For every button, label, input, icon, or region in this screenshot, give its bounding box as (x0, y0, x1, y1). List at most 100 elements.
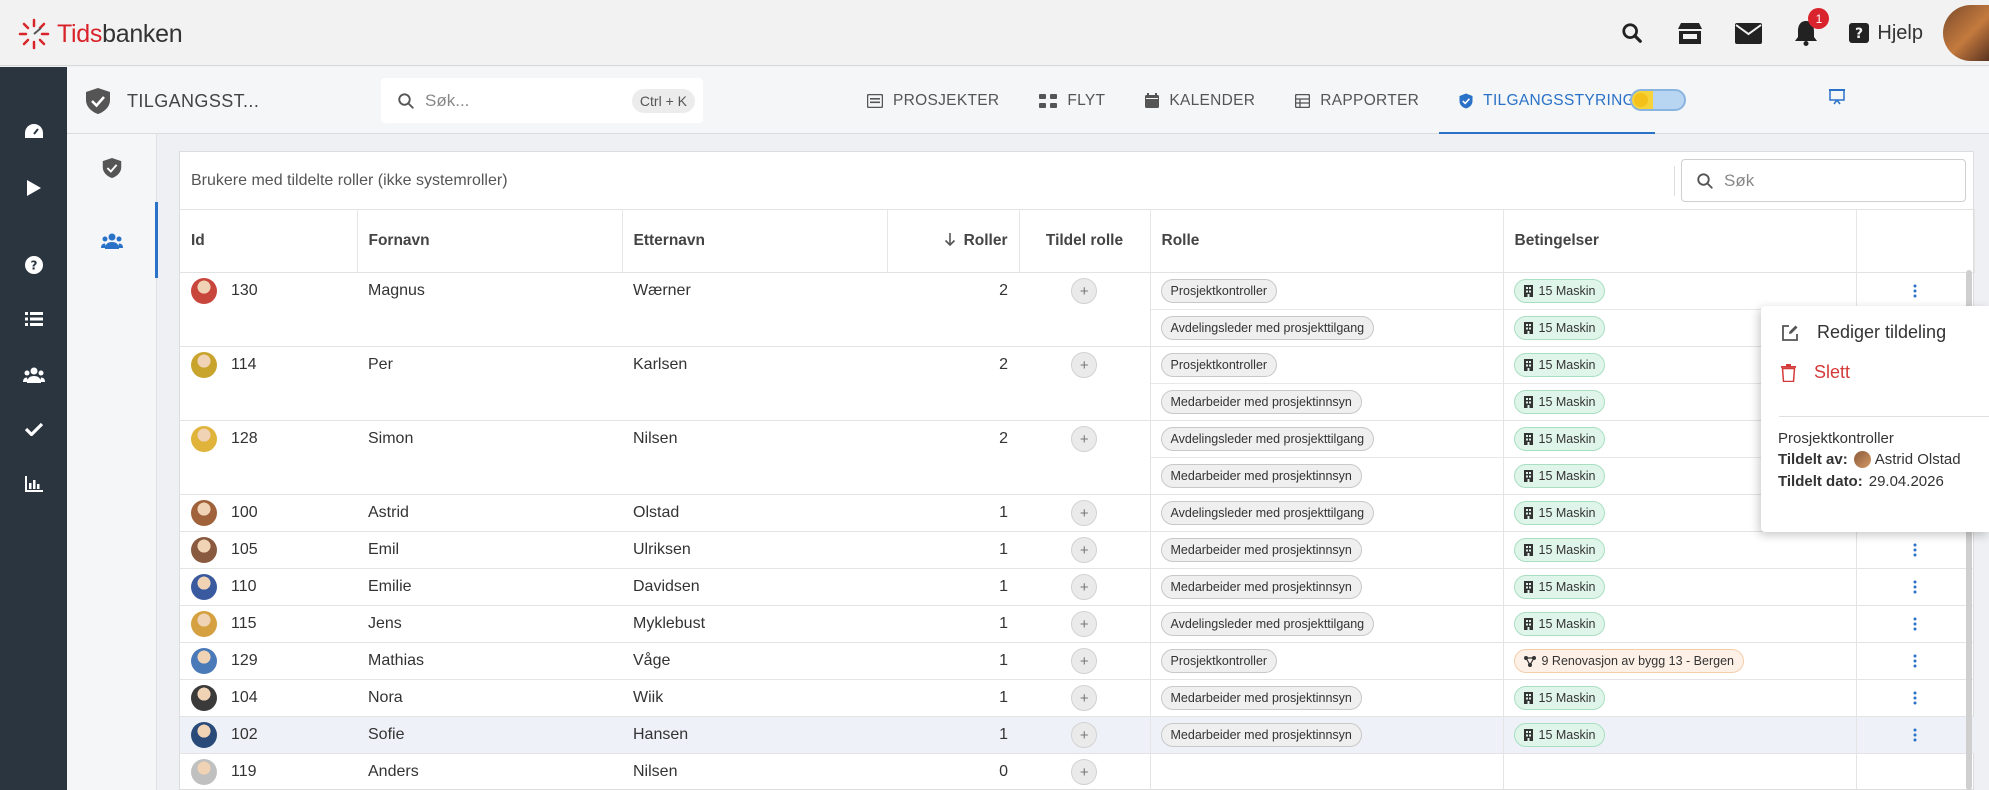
global-search-input[interactable] (425, 90, 615, 111)
cell-role-count: 1 (887, 568, 1019, 606)
column-header-conditions: Betingelser (1503, 209, 1857, 273)
bell-icon[interactable]: 1 (1791, 8, 1830, 48)
building-icon (1523, 544, 1533, 556)
role-chip[interactable]: Avdelingsleder med prosjekttilgang (1160, 427, 1375, 451)
condition-chip[interactable]: 9 Renovasjon av bygg 13 - Bergen (1513, 649, 1744, 673)
assign-role-button[interactable]: + (1071, 500, 1098, 526)
play-icon[interactable] (0, 168, 67, 208)
shortcut-hint: Ctrl + K (631, 89, 695, 113)
check-icon[interactable] (0, 409, 67, 449)
role-chip[interactable]: Avdelingsleder med prosjekttilgang (1160, 316, 1375, 340)
table-row[interactable]: 115 Jens Myklebust 1 + Avdelingsleder med pro… (180, 605, 1974, 643)
role-chip[interactable]: Medarbeider med prosjektinnsyn (1160, 723, 1362, 747)
condition-chip[interactable]: 15 Maskin (1513, 538, 1606, 562)
tab-tilgangsstyring[interactable]: TILGANGSSTYRING (1439, 67, 1655, 134)
chart-icon[interactable] (0, 464, 67, 504)
assign-role-button[interactable]: + (1071, 278, 1098, 304)
table-row[interactable]: 104 Nora Wiik 1 + Medarbeider med prosjektinn… (180, 679, 1974, 717)
theme-toggle[interactable] (1630, 89, 1686, 111)
logo[interactable]: Tidsbanken (17, 17, 183, 51)
table-row[interactable]: 102 Sofie Hansen 1 + Medarbeider med prosjekt… (180, 716, 1974, 754)
column-header-assign: Tildel rolle (1019, 209, 1151, 273)
condition-chip[interactable]: 15 Maskin (1513, 390, 1606, 414)
condition-chip[interactable]: 15 Maskin (1513, 575, 1606, 599)
help-button[interactable]: ? Hjelp (1849, 22, 1923, 45)
column-header-firstname[interactable]: Fornavn (357, 209, 623, 273)
table-row[interactable]: 114 Per Karlsen 2 + Prosjektkontroller 15 Mask… (180, 346, 1974, 421)
divider (1674, 166, 1675, 196)
role-chip[interactable]: Avdelingsleder med prosjekttilgang (1160, 501, 1375, 525)
dashboard-icon[interactable] (0, 111, 67, 151)
table-search[interactable] (1681, 159, 1966, 202)
condition-chip[interactable]: 15 Maskin (1513, 686, 1606, 710)
row-menu-button[interactable] (1868, 654, 1964, 668)
assign-role-button[interactable]: + (1071, 537, 1098, 563)
assign-role-button[interactable]: + (1071, 611, 1098, 637)
help-circle-icon[interactable]: ? (0, 245, 67, 285)
role-chip[interactable]: Medarbeider med prosjektinnsyn (1160, 575, 1362, 599)
condition-chip[interactable]: 15 Maskin (1513, 353, 1606, 377)
search-icon[interactable] (1617, 18, 1647, 48)
assign-role-button[interactable]: + (1071, 648, 1098, 674)
building-icon (1523, 729, 1533, 741)
column-header-lastname[interactable]: Etternavn (622, 209, 888, 273)
mail-icon[interactable] (1733, 18, 1763, 48)
users-icon[interactable] (0, 355, 67, 395)
sidebar-item-users[interactable] (67, 202, 158, 278)
row-menu-button[interactable] (1868, 284, 1964, 298)
assign-role-button[interactable]: + (1071, 574, 1098, 600)
table-search-input[interactable] (1724, 170, 1944, 191)
edit-assignment-button[interactable]: Rediger tildeling (1781, 322, 1946, 343)
condition-chip[interactable]: 15 Maskin (1513, 427, 1606, 451)
cell-firstname: Anders (357, 753, 622, 790)
condition-chip[interactable]: 15 Maskin (1513, 279, 1606, 303)
row-menu-button[interactable] (1868, 691, 1964, 705)
tab-rapporter[interactable]: RAPPORTER (1275, 67, 1439, 134)
condition-chip[interactable]: 15 Maskin (1513, 723, 1606, 747)
list-icon[interactable] (0, 299, 67, 339)
kebab-menu-icon (1913, 691, 1917, 705)
cell-firstname: Emil (357, 531, 622, 569)
row-menu-button[interactable] (1868, 617, 1964, 631)
row-menu-button[interactable] (1868, 728, 1964, 742)
table-row[interactable]: 130 Magnus Wærner 2 + Prosjektkontroller 15 Ma… (180, 272, 1974, 347)
role-chip[interactable]: Medarbeider med prosjektinnsyn (1160, 686, 1362, 710)
search-icon (398, 92, 414, 109)
role-chip[interactable]: Prosjektkontroller (1160, 279, 1278, 303)
table-row[interactable]: 129 Mathias Våge 1 + Prosjektkontroller 9 Reno… (180, 642, 1974, 680)
condition-chip[interactable]: 15 Maskin (1513, 464, 1606, 488)
assign-role-button[interactable]: + (1071, 685, 1098, 711)
tab-kalender[interactable]: KALENDER (1125, 67, 1275, 134)
role-chip[interactable]: Avdelingsleder med prosjekttilgang (1160, 612, 1375, 636)
tab-prosjekter[interactable]: PROSJEKTER (847, 67, 1019, 134)
delete-button[interactable]: Slett (1781, 362, 1850, 383)
column-header-roles[interactable]: Roller (887, 209, 1020, 273)
store-icon[interactable] (1675, 18, 1705, 48)
tab-flyt[interactable]: FLYT (1019, 67, 1125, 134)
column-header-id[interactable]: Id (180, 209, 358, 273)
assign-role-button[interactable]: + (1071, 352, 1098, 378)
role-chip[interactable]: Medarbeider med prosjektinnsyn (1160, 390, 1362, 414)
role-chip[interactable]: Prosjektkontroller (1160, 353, 1278, 377)
row-menu-button[interactable] (1868, 580, 1964, 594)
role-chip[interactable]: Medarbeider med prosjektinnsyn (1160, 464, 1362, 488)
role-chip[interactable]: Prosjektkontroller (1160, 649, 1278, 673)
condition-chip[interactable]: 15 Maskin (1513, 316, 1606, 340)
table-row[interactable]: 119 Anders Nilsen 0 + (180, 753, 1974, 790)
page-title: TILGANGSST... (85, 87, 259, 115)
table-row[interactable]: 105 Emil Ulriksen 1 + Medarbeider med prosjek… (180, 531, 1974, 569)
table-row[interactable]: 128 Simon Nilsen 2 + Avdelingsleder med prosj… (180, 420, 1974, 495)
global-search[interactable]: Ctrl + K (381, 78, 703, 123)
table-row[interactable]: 100 Astrid Olstad 1 + Avdelingsleder med pros… (180, 494, 1974, 532)
presentation-icon[interactable] (1829, 89, 1845, 110)
sidebar-item-shield[interactable] (67, 143, 157, 193)
assign-role-button[interactable]: + (1071, 759, 1098, 786)
condition-chip[interactable]: 15 Maskin (1513, 501, 1606, 525)
assign-role-button[interactable]: + (1071, 722, 1098, 748)
assign-role-button[interactable]: + (1071, 426, 1098, 452)
row-menu-button[interactable] (1868, 543, 1964, 557)
table-row[interactable]: 110 Emilie Davidsen 1 + Medarbeider med prosj… (180, 568, 1974, 606)
role-chip[interactable]: Medarbeider med prosjektinnsyn (1160, 538, 1362, 562)
condition-chip[interactable]: 15 Maskin (1513, 612, 1606, 636)
user-avatar[interactable] (1943, 5, 1989, 61)
